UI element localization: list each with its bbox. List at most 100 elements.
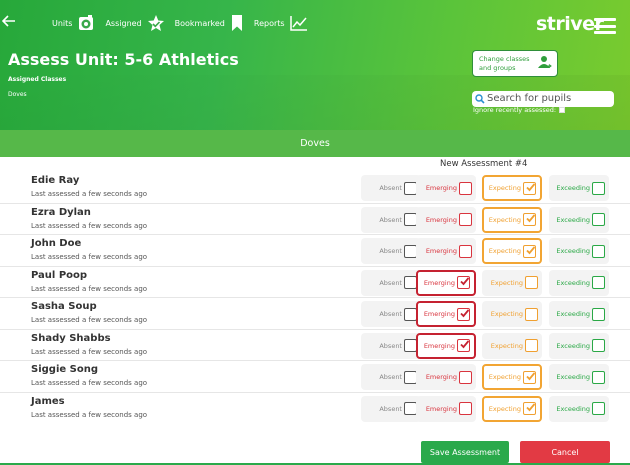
save-assessment-button[interactable]: Save Assessment bbox=[421, 441, 509, 463]
absent-option[interactable]: Absent bbox=[361, 269, 421, 296]
absent-option[interactable]: Absent bbox=[361, 332, 421, 359]
pupil-name: James bbox=[31, 395, 65, 407]
nav-reports[interactable]: Reports bbox=[254, 15, 308, 31]
nav-units[interactable]: Units bbox=[52, 14, 95, 32]
exceeding-option[interactable]: Exceeding bbox=[549, 269, 609, 296]
exceeding-option[interactable]: Exceeding bbox=[549, 364, 609, 390]
pupil-row: Siggie Song Last assessed a few seconds a… bbox=[0, 361, 630, 393]
group-switch-icon bbox=[536, 55, 552, 74]
emerging-option[interactable]: Emerging bbox=[416, 238, 476, 264]
expecting-option[interactable]: Expecting bbox=[482, 364, 542, 390]
hamburger-menu-icon[interactable] bbox=[594, 18, 616, 34]
expecting-option[interactable]: Expecting bbox=[482, 301, 542, 327]
nav-units-label: Units bbox=[52, 18, 73, 28]
expecting-checkbox[interactable] bbox=[523, 402, 536, 415]
exceeding-option[interactable]: Exceeding bbox=[549, 175, 609, 201]
exceeding-checkbox[interactable] bbox=[592, 339, 605, 352]
emerging-checkbox[interactable] bbox=[457, 307, 470, 321]
expecting-checkbox[interactable] bbox=[523, 244, 536, 258]
exceeding-checkbox[interactable] bbox=[592, 181, 605, 195]
emerging-label: Emerging bbox=[423, 310, 455, 318]
exceeding-option[interactable]: Exceeding bbox=[549, 238, 609, 264]
exceeding-option[interactable]: Exceeding bbox=[549, 395, 609, 422]
exceeding-option[interactable]: Exceeding bbox=[549, 206, 609, 233]
exceeding-checkbox[interactable] bbox=[592, 307, 605, 321]
exceeding-label: Exceeding bbox=[556, 215, 590, 224]
emerging-checkbox[interactable] bbox=[457, 339, 470, 352]
ignore-recent-checkbox[interactable] bbox=[559, 107, 566, 113]
exceeding-checkbox[interactable] bbox=[592, 213, 605, 226]
absent-option[interactable]: Absent bbox=[361, 175, 421, 201]
absent-option[interactable]: Absent bbox=[361, 238, 421, 264]
absent-option[interactable]: Absent bbox=[361, 301, 421, 327]
expecting-label: Expecting bbox=[488, 184, 521, 192]
emerging-option[interactable]: Emerging bbox=[416, 269, 476, 296]
exceeding-label: Exceeding bbox=[556, 404, 590, 413]
absent-label: Absent bbox=[379, 278, 402, 287]
emerging-checkbox[interactable] bbox=[459, 244, 472, 258]
absent-label: Absent bbox=[379, 310, 402, 318]
pupil-row: Sasha Soup Last assessed a few seconds ag… bbox=[0, 298, 630, 330]
expecting-option[interactable]: Expecting bbox=[482, 175, 542, 201]
emerging-label: Emerging bbox=[423, 341, 455, 350]
class-name-label: Doves bbox=[8, 91, 27, 98]
expecting-checkbox[interactable] bbox=[523, 181, 536, 195]
expecting-checkbox[interactable] bbox=[523, 370, 536, 384]
pupil-row: Shady Shabbs Last assessed a few seconds … bbox=[0, 330, 630, 361]
expecting-option[interactable]: Expecting bbox=[482, 206, 542, 233]
expecting-option[interactable]: Expecting bbox=[482, 395, 542, 422]
absent-option[interactable]: Absent bbox=[361, 364, 421, 390]
pupil-name: Paul Poop bbox=[31, 269, 88, 281]
exceeding-option[interactable]: Exceeding bbox=[549, 301, 609, 327]
expecting-checkbox[interactable] bbox=[525, 276, 538, 289]
expecting-option[interactable]: Expecting bbox=[482, 238, 542, 264]
emerging-option[interactable]: Emerging bbox=[416, 301, 476, 327]
expecting-label: Expecting bbox=[488, 215, 521, 224]
change-classes-button[interactable]: Change classes and groups bbox=[472, 50, 558, 77]
expecting-option[interactable]: Expecting bbox=[482, 332, 542, 359]
absent-option[interactable]: Absent bbox=[361, 395, 421, 422]
nav-assigned[interactable]: Assigned bbox=[105, 14, 164, 32]
expecting-label: Expecting bbox=[490, 310, 523, 318]
emerging-option[interactable]: Emerging bbox=[416, 206, 476, 233]
last-assessed-text: Last assessed a few seconds ago bbox=[31, 190, 148, 198]
cancel-button[interactable]: Cancel bbox=[520, 441, 610, 463]
absent-option[interactable]: Absent bbox=[361, 206, 421, 233]
expecting-checkbox[interactable] bbox=[525, 307, 538, 321]
emerging-checkbox[interactable] bbox=[459, 370, 472, 384]
absent-label: Absent bbox=[379, 373, 402, 381]
search-input[interactable] bbox=[472, 90, 614, 107]
exceeding-label: Exceeding bbox=[556, 247, 590, 255]
absent-label: Absent bbox=[379, 404, 402, 413]
emerging-option[interactable]: Emerging bbox=[416, 175, 476, 201]
emerging-option[interactable]: Emerging bbox=[416, 364, 476, 390]
pupil-name: Siggie Song bbox=[31, 364, 98, 375]
exceeding-checkbox[interactable] bbox=[592, 276, 605, 289]
pupil-row: Edie Ray Last assessed a few seconds ago A… bbox=[0, 172, 630, 204]
back-arrow-icon[interactable] bbox=[1, 12, 16, 33]
emerging-checkbox[interactable] bbox=[459, 181, 472, 195]
emerging-label: Emerging bbox=[423, 278, 455, 287]
nav-reports-label: Reports bbox=[253, 18, 285, 28]
assigned-star-icon bbox=[147, 14, 165, 32]
exceeding-checkbox[interactable] bbox=[592, 244, 605, 258]
pupil-row: Paul Poop Last assessed a few seconds ago… bbox=[0, 267, 630, 298]
exceeding-checkbox[interactable] bbox=[592, 402, 605, 415]
emerging-checkbox[interactable] bbox=[459, 213, 472, 226]
ignore-recent-label: Ignore recently assessed: bbox=[473, 106, 557, 114]
nav-bookmarked[interactable]: Bookmarked bbox=[175, 14, 244, 32]
expecting-option[interactable]: Expecting bbox=[482, 269, 542, 296]
exceeding-option[interactable]: Exceeding bbox=[549, 332, 609, 359]
expecting-checkbox[interactable] bbox=[523, 213, 536, 226]
emerging-option[interactable]: Emerging bbox=[416, 395, 476, 422]
search-box bbox=[472, 86, 614, 107]
emerging-option[interactable]: Emerging bbox=[416, 332, 476, 359]
emerging-checkbox[interactable] bbox=[457, 276, 470, 289]
class-band: Doves bbox=[0, 130, 630, 157]
last-assessed-text: Last assessed a few seconds ago bbox=[31, 284, 148, 293]
emerging-checkbox[interactable] bbox=[459, 402, 472, 415]
checkmark-icon bbox=[460, 308, 470, 317]
exceeding-checkbox[interactable] bbox=[592, 370, 605, 384]
assigned-classes-label: Assigned Classes bbox=[8, 76, 67, 83]
expecting-checkbox[interactable] bbox=[525, 339, 538, 352]
